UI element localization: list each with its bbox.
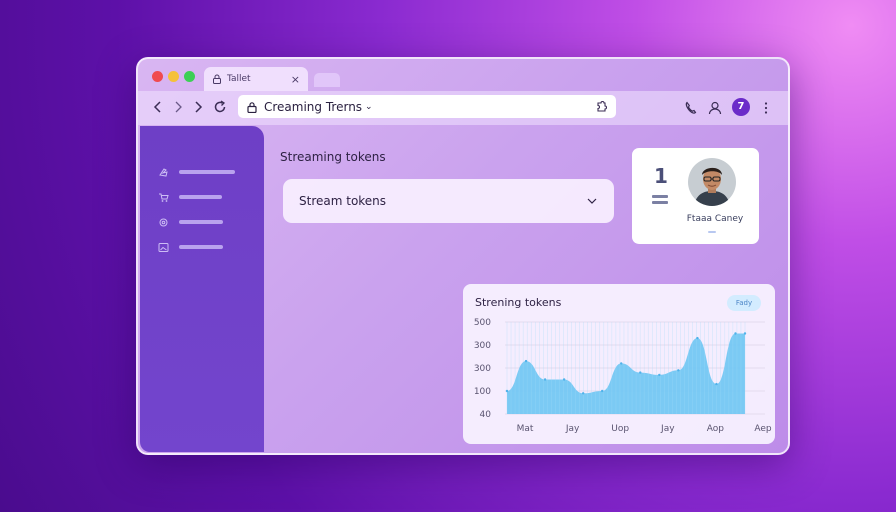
sidebar-item-1[interactable]: [158, 167, 235, 177]
url-text: Creaming Trerns: [264, 99, 363, 114]
user-icon[interactable]: [707, 100, 723, 116]
reload-icon[interactable]: [212, 99, 228, 115]
sidebar-item-4[interactable]: [158, 242, 223, 252]
data-point: [601, 389, 604, 393]
image-icon: [158, 242, 169, 252]
profile-count: 1: [654, 164, 668, 188]
x-tick-label: Mat: [517, 424, 534, 434]
close-window-button[interactable]: [152, 71, 163, 82]
y-tick-label: 300: [474, 364, 491, 374]
data-point: [562, 378, 566, 381]
lock-icon: [247, 101, 257, 113]
gear-icon: [159, 218, 168, 226]
y-tick-label: 100: [474, 387, 491, 397]
sidebar-item-label-bar: [179, 195, 222, 199]
browser-tab[interactable]: Tallet ×: [204, 67, 308, 91]
profile-avatar-button[interactable]: 7: [732, 98, 750, 116]
dropdown-value: Stream tokens: [299, 194, 387, 208]
sidebar: [140, 126, 264, 452]
sidebar-item-label-bar: [179, 220, 223, 224]
x-tick-label: Uop: [611, 424, 629, 434]
data-point: [524, 359, 528, 363]
x-tick-label: Aep: [754, 424, 772, 434]
data-point: [639, 371, 642, 374]
chart-card: Strening tokens Fady 500 300 300 100 40 Mat Ja…: [463, 284, 775, 444]
data-point: [696, 336, 699, 340]
data-point: [715, 382, 718, 386]
minimize-window-button[interactable]: [168, 71, 179, 82]
browser-window: Tallet × Creaming Trerns ⌄ 7 Streaming t…: [136, 57, 790, 455]
chevron-right-icon[interactable]: [170, 99, 186, 115]
sidebar-item-label-bar: [179, 170, 235, 174]
data-point: [543, 378, 547, 381]
profile-card[interactable]: 1 Ftaaa Caney: [632, 148, 759, 244]
data-point: [734, 332, 737, 335]
data-point: [743, 332, 747, 335]
data-point: [677, 369, 680, 372]
section-title: Streaming tokens: [280, 150, 386, 164]
sidebar-item-label-bar: [179, 245, 223, 249]
tab-close-icon[interactable]: ×: [291, 73, 300, 86]
area-chart: 500 300 300 100 40 Mat Jay Uop Jay Aop Aep: [474, 318, 772, 434]
y-tick-label: 500: [474, 318, 491, 328]
address-bar[interactable]: Creaming Trerns ⌄: [238, 95, 616, 118]
lock-icon: [213, 74, 221, 84]
url-chevron: ⌄: [365, 101, 373, 112]
x-tick-label: Aop: [707, 424, 725, 434]
cart-icon: [159, 193, 169, 202]
sidebar-item-2[interactable]: [158, 192, 222, 202]
x-tick-label: Jay: [660, 424, 675, 434]
tab-title: Tallet: [227, 74, 251, 84]
chevron-right-icon[interactable]: [190, 99, 206, 115]
avatar: [688, 158, 736, 206]
series-area: [507, 333, 745, 414]
profile-name: Ftaaa Caney: [686, 214, 744, 224]
profile-indicator: [708, 231, 716, 233]
more-menu-icon[interactable]: [758, 100, 774, 116]
menu-lines-icon: [652, 195, 668, 207]
y-tick-label: 300: [474, 341, 491, 351]
phone-icon[interactable]: [683, 100, 699, 116]
data-point: [658, 373, 661, 377]
chevron-left-icon[interactable]: [150, 99, 166, 115]
stream-select-dropdown[interactable]: Stream tokens: [283, 179, 614, 223]
y-tick-label: 40: [480, 410, 492, 420]
hand-icon: [159, 167, 168, 177]
maximize-window-button[interactable]: [184, 71, 195, 82]
x-tick-label: Jay: [565, 424, 580, 434]
data-point: [620, 362, 623, 365]
extension-icon[interactable]: [594, 100, 608, 114]
sidebar-item-3[interactable]: [158, 217, 223, 227]
data-point: [505, 389, 509, 393]
data-point: [581, 392, 585, 395]
new-tab-button[interactable]: [314, 73, 340, 87]
chevron-down-icon: [587, 198, 597, 204]
title-bar: Tallet ×: [138, 59, 788, 91]
